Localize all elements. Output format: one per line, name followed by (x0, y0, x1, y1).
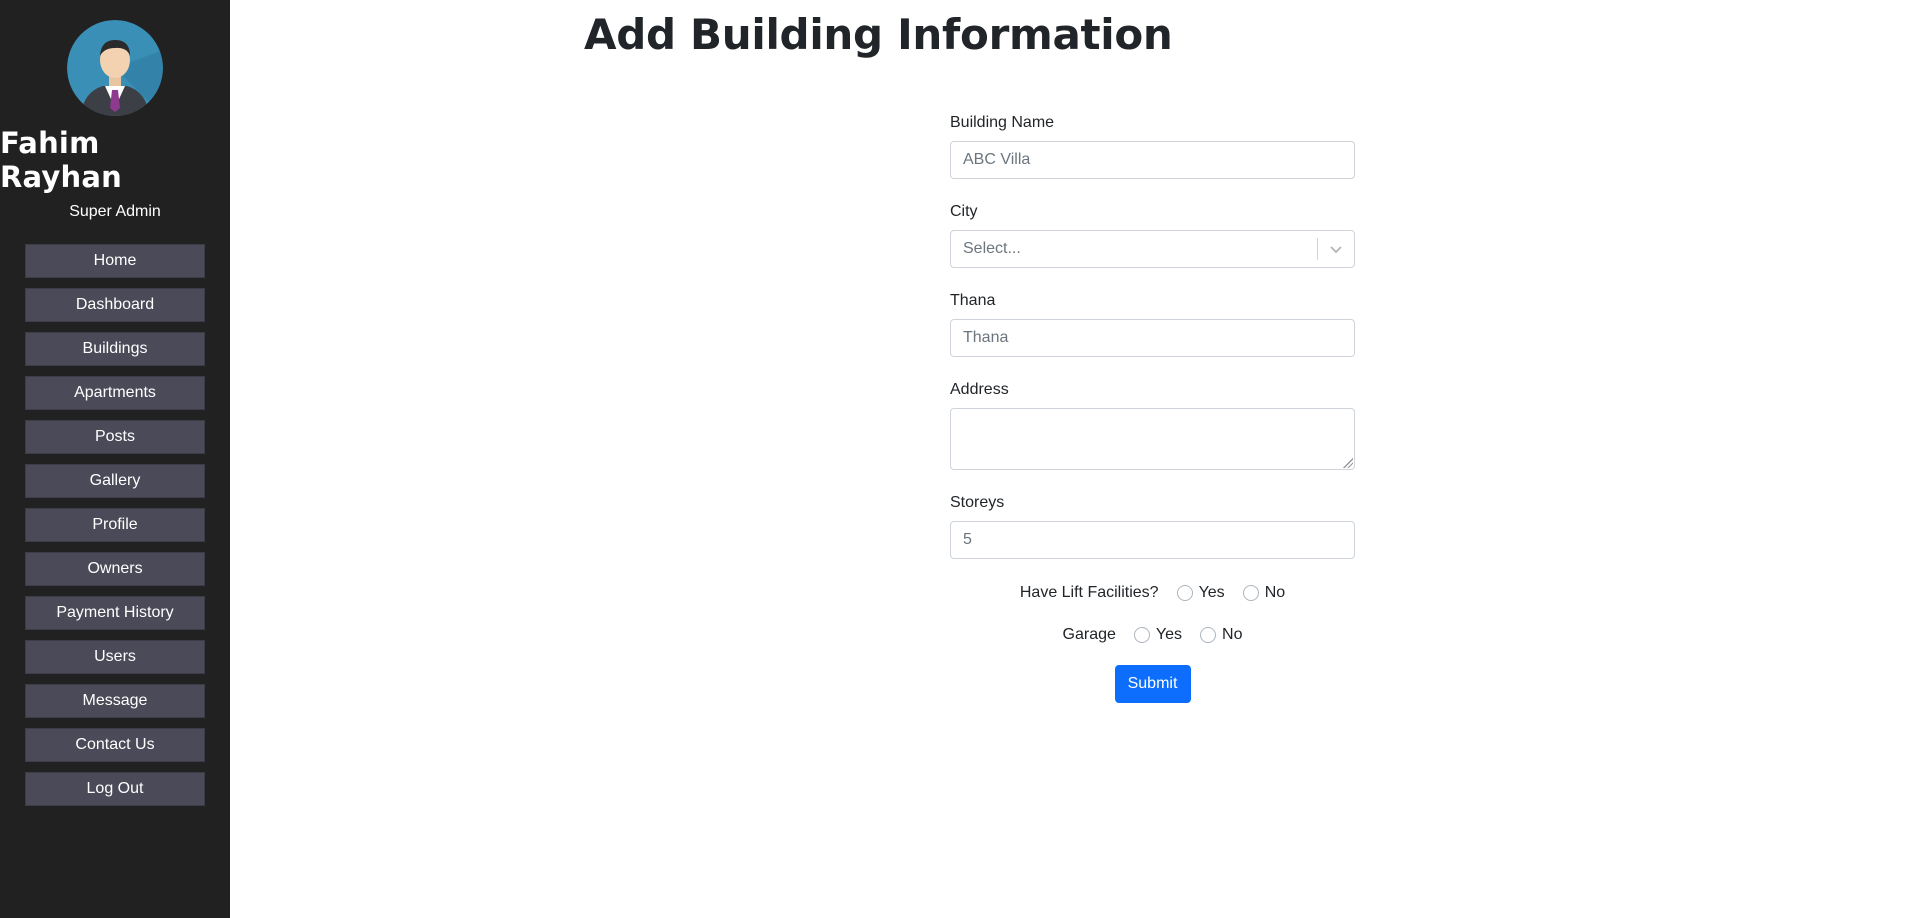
lift-question-label: Have Lift Facilities? (1019, 584, 1159, 601)
resize-grip-icon[interactable] (1343, 458, 1353, 468)
sidebar-item-payment-history[interactable]: Payment History (25, 596, 205, 630)
garage-yes-option: Yes (1128, 626, 1182, 644)
city-select[interactable]: Select... (950, 230, 1355, 268)
address-label: Address (950, 381, 1009, 398)
submit-wrapper: Submit (950, 665, 1355, 703)
main-content: Add Building Information Building Name A… (230, 0, 1920, 918)
sidebar-item-gallery[interactable]: Gallery (25, 464, 205, 498)
sidebar-item-home[interactable]: Home (25, 244, 205, 278)
garage-yes-radio[interactable] (1133, 627, 1150, 643)
user-role: Super Admin (69, 203, 161, 220)
lift-no-option: No (1237, 584, 1285, 602)
submit-button[interactable]: Submit (1114, 665, 1191, 703)
storeys-label: Storeys (950, 494, 1005, 511)
sidebar-nav: Home Dashboard Buildings Apartments Post… (25, 244, 205, 806)
garage-question-label: Garage (1062, 626, 1116, 643)
sidebar-item-dashboard[interactable]: Dashboard (25, 288, 205, 322)
sidebar-item-owners[interactable]: Owners (25, 552, 205, 586)
building-name-label: Building Name (950, 114, 1055, 131)
lift-no-radio[interactable] (1242, 585, 1259, 601)
address-field: Address (950, 381, 1355, 470)
city-field: City Select... (950, 203, 1355, 268)
sidebar-item-message[interactable]: Message (25, 684, 205, 718)
user-avatar-icon (67, 20, 163, 116)
lift-yes-label[interactable]: Yes (1199, 584, 1225, 602)
building-name-input[interactable]: ABC Villa (950, 141, 1355, 179)
page-title: Add Building Information (584, 10, 1173, 59)
thana-input[interactable]: Thana (950, 319, 1355, 357)
lift-yes-radio[interactable] (1176, 585, 1193, 601)
storeys-field: Storeys 5 (950, 494, 1355, 559)
add-building-form: Building Name ABC Villa City Select... T… (950, 114, 1355, 703)
user-name: Fahim Rayhan (0, 126, 122, 194)
thana-field: Thana Thana (950, 292, 1355, 357)
garage-no-option: No (1194, 626, 1242, 644)
garage-no-label[interactable]: No (1222, 626, 1242, 644)
city-label: City (950, 203, 978, 220)
garage-yes-label[interactable]: Yes (1156, 626, 1182, 644)
sidebar: Fahim Rayhan Super Admin Home Dashboard … (0, 0, 230, 918)
lift-facilities-group: Have Lift Facilities? Yes No (950, 579, 1355, 607)
lift-no-label[interactable]: No (1265, 584, 1285, 602)
sidebar-item-profile[interactable]: Profile (25, 508, 205, 542)
sidebar-item-buildings[interactable]: Buildings (25, 332, 205, 366)
sidebar-item-posts[interactable]: Posts (25, 420, 205, 454)
city-select-indicators (1317, 237, 1354, 261)
app-root: Fahim Rayhan Super Admin Home Dashboard … (0, 0, 1920, 918)
sidebar-item-contact-us[interactable]: Contact Us (25, 728, 205, 762)
storeys-input[interactable]: 5 (950, 521, 1355, 559)
lift-yes-option: Yes (1171, 584, 1225, 602)
building-name-field: Building Name ABC Villa (950, 114, 1355, 179)
address-textarea[interactable] (950, 408, 1355, 470)
city-select-placeholder: Select... (963, 240, 1021, 257)
thana-label: Thana (950, 292, 996, 309)
sidebar-item-users[interactable]: Users (25, 640, 205, 674)
sidebar-item-apartments[interactable]: Apartments (25, 376, 205, 410)
sidebar-item-log-out[interactable]: Log Out (25, 772, 205, 806)
chevron-down-icon[interactable] (1318, 244, 1354, 254)
garage-group: Garage Yes No (950, 621, 1355, 649)
garage-no-radio[interactable] (1200, 627, 1217, 643)
